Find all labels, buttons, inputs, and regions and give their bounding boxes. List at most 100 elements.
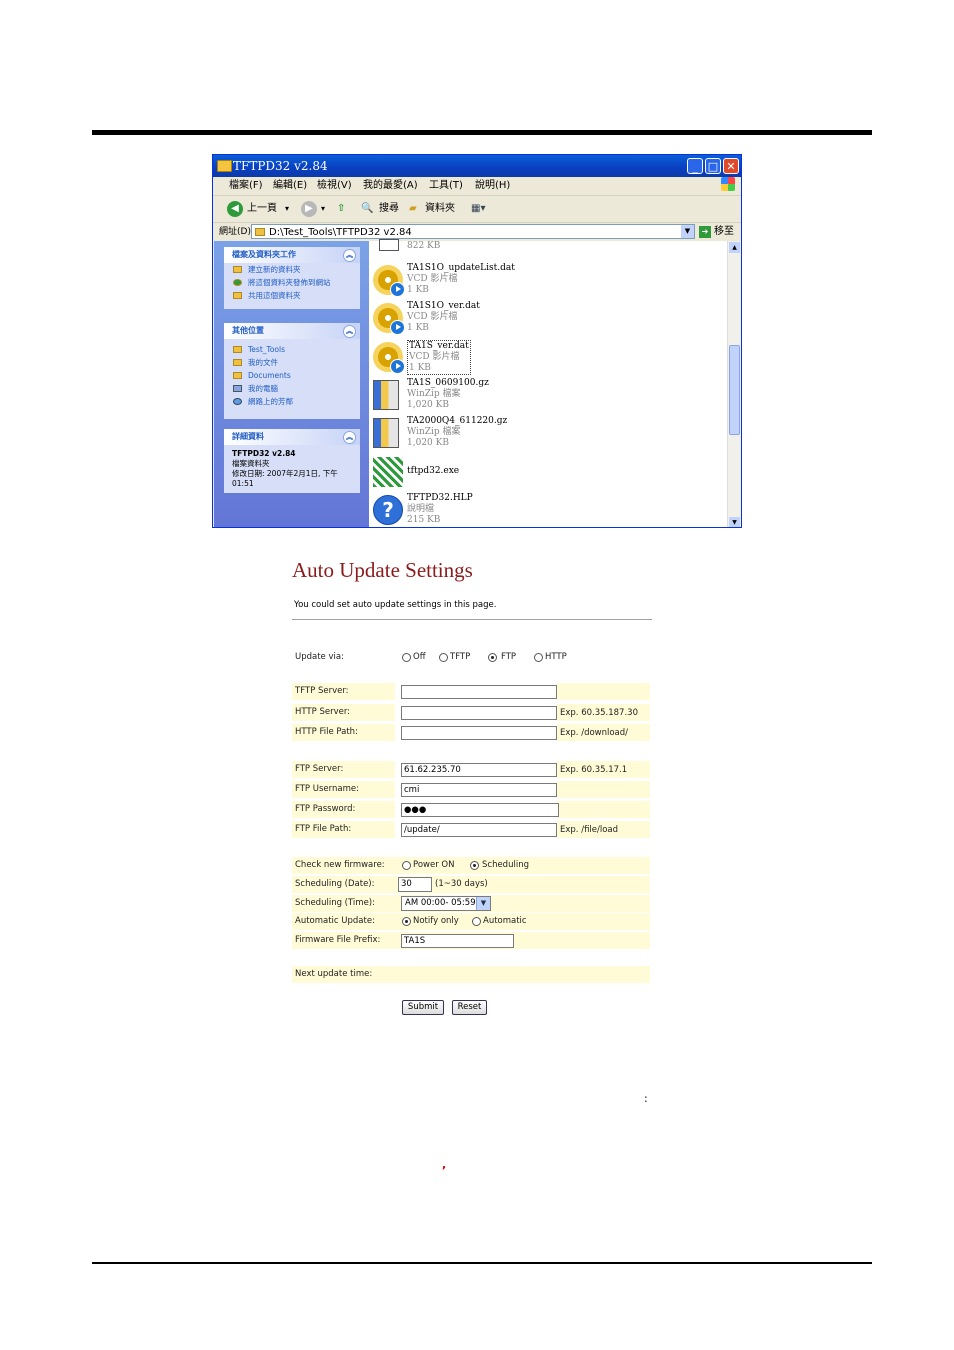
collapse-icon[interactable]: ︽ (343, 431, 356, 444)
place-network[interactable]: 網路上的芳鄰 (224, 395, 360, 408)
sched-time-select[interactable]: AM 00:00- 05:59 ▼ (401, 896, 491, 911)
file-item-selected[interactable]: TA1S_ver.dat VCD 影片檔 1 KB (373, 338, 673, 376)
ftp-pass-input[interactable]: ●●● (401, 803, 559, 817)
place-my-computer[interactable]: 我的電腦 (224, 382, 360, 395)
http-server-input[interactable] (401, 706, 557, 720)
file-name: TA1S_0609100.gz (407, 378, 489, 388)
share-folder-icon (233, 292, 242, 299)
menu-edit[interactable]: 編輯(E) (273, 177, 307, 195)
details-modified: 修改日期: 2007年2月1日, 下午 01:51 (232, 469, 338, 488)
top-rule (92, 130, 872, 135)
up-folder-icon[interactable]: ⇧ (337, 196, 345, 222)
radio-automatic[interactable] (472, 917, 481, 926)
ftp-user-input[interactable]: cmi (401, 783, 557, 797)
radio-ftp[interactable] (488, 653, 497, 662)
place-documents[interactable]: Documents (224, 369, 360, 382)
folders-button[interactable]: 資料夾 (425, 196, 455, 222)
file-item[interactable]: TA1S1O_ver.dat VCD 影片檔 1 KB (373, 299, 673, 337)
prefix-input[interactable]: TA1S (401, 934, 514, 948)
places-panel-header[interactable]: 其他位置 ︽ (224, 323, 360, 339)
chevron-down-icon[interactable]: ▼ (476, 897, 490, 910)
place-my-documents[interactable]: 我的文件 (224, 356, 360, 369)
tftp-server-input[interactable] (401, 685, 557, 699)
task-share-folder[interactable]: 共用這個資料夾 (224, 289, 360, 302)
menu-file[interactable]: 檔案(F) (229, 177, 263, 195)
ftp-path-input[interactable]: /update/ (401, 823, 557, 837)
radio-notify-only[interactable] (402, 917, 411, 926)
submit-button[interactable]: Submit (402, 1000, 444, 1015)
radio-tftp[interactable] (439, 653, 448, 662)
search-icon[interactable]: 🔍 (361, 196, 373, 222)
update-via-row: Update via: Off TFTP FTP HTTP (292, 649, 650, 666)
close-button[interactable]: ✕ (723, 158, 739, 174)
http-server-row: HTTP Server: Exp. 60.35.187.30 (292, 704, 650, 721)
collapse-icon[interactable]: ︽ (343, 325, 356, 338)
check-firmware-label: Check new firmware: (295, 860, 385, 870)
explorer-window: TFTPD32 v2.84 _ □ ✕ 檔案(F) 編輯(E) 檢視(V) 我的… (212, 154, 742, 528)
vcd-icon (373, 265, 405, 297)
file-name: TA1S1O_updateList.dat (407, 263, 515, 273)
search-button[interactable]: 搜尋 (379, 196, 399, 222)
publish-web-icon (233, 279, 242, 286)
forward-arrow-icon[interactable]: ▶ (301, 201, 317, 217)
menu-help[interactable]: 說明(H) (475, 177, 510, 195)
prefix-label: Firmware File Prefix: (295, 935, 381, 945)
address-dropdown-icon[interactable]: ▼ (681, 225, 694, 238)
details-panel: 詳細資料 ︽ TFTPD32 v2.84 檔案資料夾 修改日期: 2007年2月… (224, 429, 360, 493)
vertical-scrollbar[interactable]: ▲ ▼ (727, 241, 741, 527)
menu-favorites[interactable]: 我的最愛(A) (363, 177, 418, 195)
sched-date-input[interactable]: 30 (398, 877, 432, 892)
folders-icon[interactable]: ▰ (409, 196, 417, 222)
scroll-down-icon[interactable]: ▼ (729, 517, 740, 527)
forward-dropdown-icon[interactable]: ▾ (321, 196, 325, 222)
maximize-button[interactable]: □ (705, 158, 721, 174)
back-dropdown-icon[interactable]: ▾ (285, 196, 289, 222)
menu-view[interactable]: 檢視(V) (317, 177, 352, 195)
bottom-rule (92, 1262, 872, 1264)
task-new-folder[interactable]: 建立新的資料夾 (224, 263, 360, 276)
http-path-row: HTTP File Path: Exp. /download/ (292, 724, 650, 741)
minimize-button[interactable]: _ (687, 158, 703, 174)
scroll-up-icon[interactable]: ▲ (729, 242, 740, 253)
radio-scheduling[interactable] (470, 861, 479, 870)
go-arrow-icon[interactable]: ➔ (699, 226, 711, 238)
radio-automatic-label: Automatic (483, 916, 527, 926)
file-item[interactable]: TA1S_0609100.gz WinZip 檔案 1,020 KB (373, 376, 673, 414)
sched-date-label: Scheduling (Date): (295, 879, 375, 889)
radio-http[interactable] (534, 653, 543, 662)
reset-button[interactable]: Reset (452, 1000, 487, 1015)
ftp-pass-label: FTP Password: (295, 804, 356, 814)
menu-tools[interactable]: 工具(T) (429, 177, 463, 195)
task-publish-web[interactable]: 將這個資料夾發佈到網站 (224, 276, 360, 289)
place-test-tools[interactable]: Test_Tools (224, 343, 360, 356)
auto-update-row: Automatic Update: Notify only Automatic (292, 913, 650, 930)
tftp-server-label: TFTP Server: (295, 686, 349, 696)
file-item[interactable]: TA1S1O_updateList.dat VCD 影片檔 1 KB (373, 261, 673, 299)
computer-icon (233, 385, 242, 392)
file-item[interactable]: TA2000Q4_611220.gz WinZip 檔案 1,020 KB (373, 414, 673, 452)
details-panel-header[interactable]: 詳細資料 ︽ (224, 429, 360, 445)
details-content: TFTPD32 v2.84 檔案資料夾 修改日期: 2007年2月1日, 下午 … (224, 445, 360, 493)
radio-power-on-label: Power ON (413, 860, 455, 870)
radio-off[interactable] (402, 653, 411, 662)
views-icon[interactable]: ▦▾ (471, 196, 485, 222)
file-item[interactable]: 822 KB (373, 235, 673, 257)
folder-icon (233, 346, 242, 353)
file-type: VCD 影片檔 (407, 274, 458, 284)
file-item[interactable]: ? TFTPD32.HLP 說明檔 215 KB (373, 491, 673, 527)
ftp-server-input[interactable]: 61.62.235.70 (401, 763, 557, 777)
title-bar[interactable]: TFTPD32 v2.84 _ □ ✕ (213, 155, 741, 177)
back-arrow-icon[interactable]: ◀ (227, 201, 243, 217)
back-button[interactable]: 上一頁 (247, 196, 277, 222)
file-type: 說明檔 (407, 504, 435, 514)
collapse-icon[interactable]: ︽ (343, 249, 356, 262)
scroll-thumb[interactable] (729, 345, 740, 435)
file-list: 822 KB TA1S1O_updateList.dat VCD 影片檔 1 KB … (369, 239, 729, 527)
place-label: 網路上的芳鄰 (248, 397, 293, 406)
ftp-pass-row: FTP Password: ●●● (292, 801, 650, 818)
http-path-input[interactable] (401, 726, 557, 740)
go-button[interactable]: 移至 (714, 223, 734, 241)
tasks-panel-header[interactable]: 檔案及資料夾工作 ︽ (224, 247, 360, 263)
file-item[interactable]: tftpd32.exe (373, 453, 673, 491)
radio-power-on[interactable] (402, 861, 411, 870)
